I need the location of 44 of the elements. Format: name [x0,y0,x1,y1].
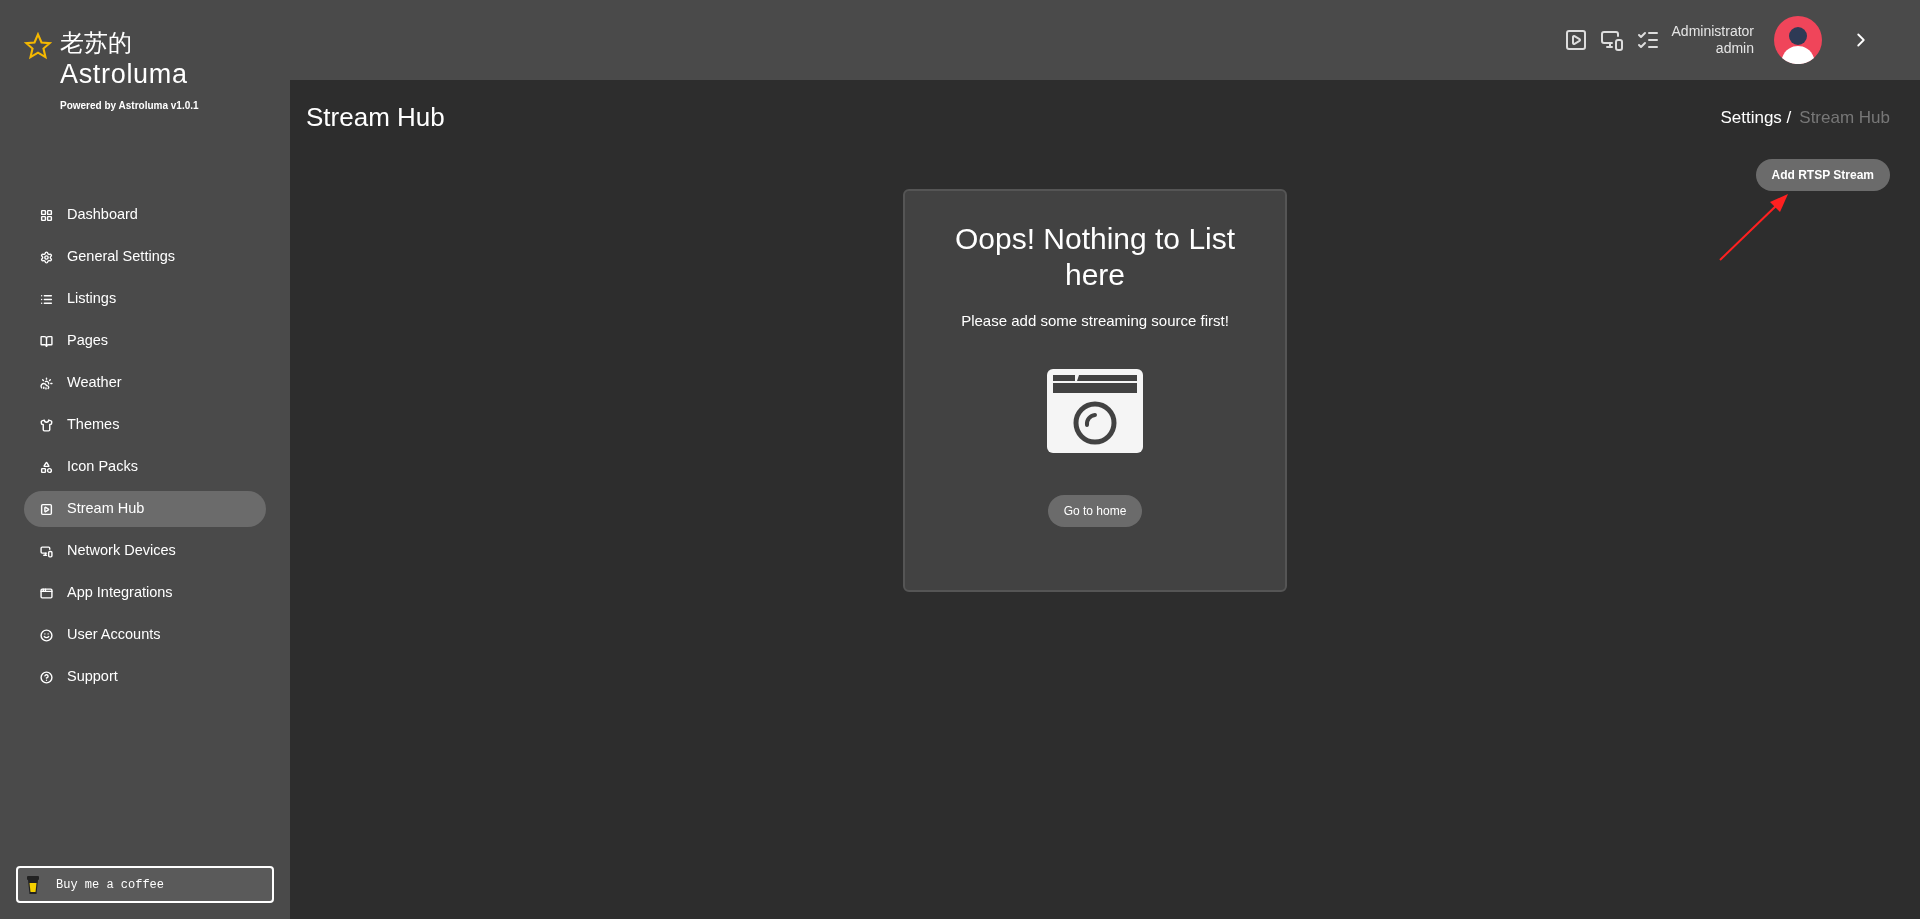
sidebar-item[interactable]: Dashboard [24,197,266,233]
list-icon [40,292,53,306]
breadcrumb-item[interactable]: Settings / [1720,104,1792,131]
shapes-icon [40,460,53,474]
user-role: admin [1715,40,1754,57]
grid-icon [40,208,53,222]
sidebar-item[interactable]: Listings [24,281,266,317]
annotation-arrow [1718,192,1790,262]
sidebar-item[interactable]: General Settings [24,239,266,275]
sidebar-item[interactable]: Themes [24,407,266,443]
sidebar-item[interactable]: Pages [24,323,266,359]
empty-state-message: Please add some streaming source first! [961,311,1229,331]
star-logo-icon [24,32,52,60]
user-name: Administrator [1671,23,1754,40]
sidebar-item[interactable]: Network Devices [24,533,266,569]
empty-state-title: Oops! Nothing to List here [953,221,1237,293]
add-stream-button[interactable]: Add RTSP Stream [1755,159,1890,191]
camera-icon [1047,369,1143,453]
go-home-button[interactable]: Go to home [1047,495,1143,527]
coffee-button[interactable]: Buy me a coffee [16,866,274,903]
monitor-phone-icon[interactable] [1599,28,1624,52]
app-window-icon [40,586,53,600]
shirt-icon [40,418,53,432]
play-icon[interactable] [1563,28,1588,52]
help-icon [40,670,53,684]
sidebar-item[interactable]: Weather [24,365,266,401]
sidebar-item[interactable]: Icon Packs [24,449,266,485]
brand-subtitle: Powered by Astroluma v1.0.1 [60,99,199,113]
sidebar-item[interactable]: Stream Hub [24,491,266,527]
coffee-cup-icon [26,874,40,895]
play-icon [40,502,53,516]
sidebar-item[interactable]: User Accounts [24,617,266,653]
page-title: Stream Hub [306,101,445,134]
sidebar-item[interactable]: Support [24,659,266,695]
brand-title: 老苏的 [60,28,133,58]
book-icon [40,334,53,348]
brand-name: Astroluma [60,58,189,90]
gear-icon [40,250,53,264]
sidebar-item[interactable]: App Integrations [24,575,266,611]
monitor-phone-icon [40,544,53,558]
cloud-sun-icon [40,376,53,390]
avatar[interactable] [1774,16,1822,64]
breadcrumb-item: Stream Hub [1799,106,1890,129]
smiley-icon [40,628,53,642]
